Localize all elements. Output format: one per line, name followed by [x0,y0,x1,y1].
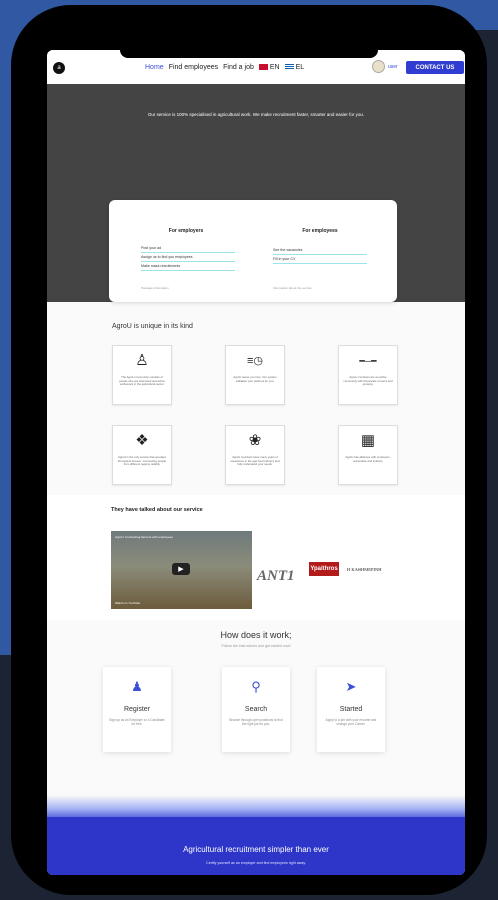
employers-note[interactable]: Package Information [141,286,169,290]
employees-item-cv[interactable]: Fill in your CV [273,257,367,264]
farmer-icon: ♙ [135,352,149,369]
press-title: They have talked about our service [111,507,203,513]
ypaithros-logo: Ypaithros [309,562,339,576]
hero-tagline: Our service is 100% specialised in agric… [147,112,365,117]
user-label: user [388,63,398,70]
contact-us-button[interactable]: CONTACT US [406,61,464,74]
greek-flag-icon [284,64,294,71]
kathimerini-logo: Η ΚΑΘΗΜΕΡΙΝΗ [347,567,382,572]
press-section: They have talked about our service AgroU… [47,495,465,620]
employers-item-assign[interactable]: Assign us to find you employees [141,255,235,262]
feature-tile: ❀ AgroU members have many years of exper… [225,425,285,485]
play-icon[interactable]: ▶ [172,563,190,575]
employers-item-post-ad[interactable]: Post your ad [141,246,235,253]
handshake-icon: ━─━ [359,356,377,366]
network-icon: ▦ [360,432,376,449]
video-title: AgroU: Connecting farmers with employees [115,535,173,539]
lang-el[interactable]: EL [284,64,304,71]
uk-flag-icon [258,64,268,71]
feature-tile: ━─━ AgroU members are an active communit… [338,345,398,405]
employees-item-vacancies[interactable]: See the vacancies [273,248,367,255]
greece-map-icon: ❖ [135,432,149,449]
feature-tile: ♙ The AgroU community consists of people… [112,345,172,405]
feature-tile: ▦ AgroU has alliances with employers, un… [338,425,398,485]
search-icon: ⚲ [251,679,261,694]
step-card-search[interactable]: ⚲ Search Browse through open positions t… [222,667,290,752]
phone-screen: a Home Find employees Find a job EN EL u… [47,50,465,875]
fast-clock-icon: ≡◷ [246,355,264,367]
audience-card: For employers Post your ad Assign us to … [109,200,397,302]
lang-en[interactable]: EN [258,64,280,71]
avatar [372,60,385,73]
employers-title: For employers [168,228,204,234]
footer-wave [47,795,465,817]
user-menu[interactable]: user [372,60,398,73]
ant1-logo: ANT1 [257,568,295,584]
feature-tile: ❖ AgroU is the only service that operate… [112,425,172,485]
unique-title: AgroU is unique in its kind [112,323,193,330]
how-subtitle: Follow the instructions and get started … [221,644,291,648]
nav-home[interactable]: Home [145,64,164,71]
footer-title: Agricultural recruitment simpler than ev… [183,845,329,854]
step-card-register[interactable]: ♟ Register Sign up as an Employer or a C… [103,667,171,752]
employees-note[interactable]: Information about the service [273,286,312,290]
watch-on-youtube[interactable]: Watch on YouTube [115,601,140,605]
user-icon: ♟ [131,679,143,694]
employees-title: For employees [302,228,338,234]
step-card-started[interactable]: ➤ Started Apply to a job with your resum… [317,667,385,752]
nav-find-employees[interactable]: Find employees [169,64,218,71]
nav-links: Home Find employees Find a job EN EL [145,64,304,71]
employers-item-mass[interactable]: Make mass recruitments [141,264,235,271]
paper-plane-icon: ➤ [345,679,357,694]
plant-hand-icon: ❀ [248,432,262,449]
phone-notch [120,50,378,58]
nav-find-job[interactable]: Find a job [223,64,254,71]
hero-section: Our service is 100% specialised in agric… [47,84,465,302]
footer-subtitle: Certify yourself as an employer and find… [206,861,306,865]
feature-tile: ≡◷ AgroU saves you time. Our system vali… [225,345,285,405]
site-logo[interactable]: a [53,62,65,74]
video-embed[interactable]: AgroU: Connecting farmers with employees… [111,531,252,609]
how-title: How does it work; [220,630,292,640]
